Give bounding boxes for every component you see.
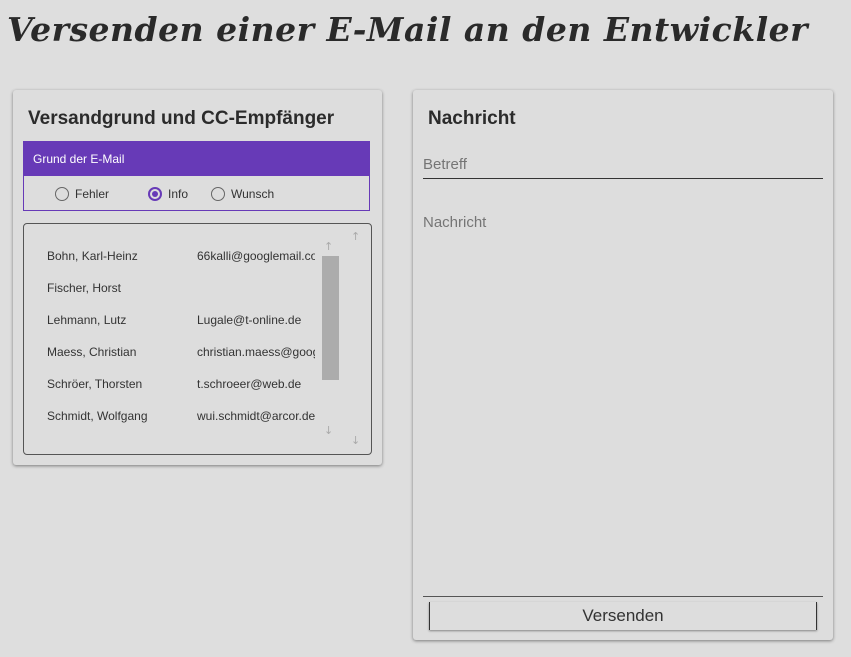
recipient-email: Lugale@t-online.de (197, 313, 302, 327)
page-title: Versenden einer E-Mail an den Entwickler (7, 10, 809, 49)
recipient-name: Lehmann, Lutz (47, 313, 127, 327)
radio-wunsch-circle[interactable] (211, 187, 225, 201)
radio-wunsch-label: Wunsch (231, 187, 275, 201)
arrow-up-icon[interactable]: ↑ (324, 240, 333, 253)
reason-groupbox: Grund der E-Mail Fehler Info Wunsch (23, 141, 370, 211)
reason-and-cc-card: Versandgrund und CC-Empfänger Grund der … (13, 90, 382, 465)
reason-groupbox-header: Grund der E-Mail (24, 142, 369, 176)
arrow-down-icon[interactable]: ↓ (324, 424, 333, 437)
recipient-name: Fischer, Horst (47, 281, 122, 295)
message-card-title: Nachricht (428, 108, 516, 129)
arrow-down-icon[interactable]: ↓ (351, 434, 360, 447)
vertical-scrollbar[interactable]: ↑ ↓ (322, 234, 339, 444)
radio-wunsch[interactable]: Wunsch (211, 187, 274, 201)
radio-fehler-circle[interactable] (55, 187, 69, 201)
scrollbar-thumb[interactable] (322, 256, 339, 380)
radio-info[interactable]: Info (148, 187, 188, 201)
recipient-email: wui.schmidt@arcor.de (197, 409, 315, 423)
cc-recipient-list[interactable]: Bohn, Karl-Heinz 66kalli@googlemail.com … (23, 223, 372, 455)
recipient-name: Maess, Christian (47, 345, 137, 359)
radio-info-label: Info (168, 187, 189, 201)
reason-card-title: Versandgrund und CC-Empfänger (28, 108, 335, 129)
arrow-up-icon[interactable]: ↑ (351, 230, 360, 243)
recipient-name: Schröer, Thorsten (47, 377, 143, 391)
recipient-email: t.schroeer@web.de (197, 377, 302, 391)
message-card: Nachricht Versenden (413, 90, 833, 640)
message-textarea[interactable] (423, 214, 823, 597)
recipient-email: 66kalli@googlemail.com (197, 249, 315, 263)
radio-fehler[interactable]: Fehler (55, 187, 109, 201)
recipient-name: Bohn, Karl-Heinz (47, 249, 138, 263)
recipient-email: christian.maess@googlemail.com (197, 345, 315, 359)
radio-info-circle[interactable] (148, 187, 162, 201)
subject-input[interactable] (423, 155, 823, 179)
recipient-name: Schmidt, Wolfgang (47, 409, 148, 423)
radio-fehler-label: Fehler (75, 187, 110, 201)
send-button[interactable]: Versenden (429, 602, 817, 630)
